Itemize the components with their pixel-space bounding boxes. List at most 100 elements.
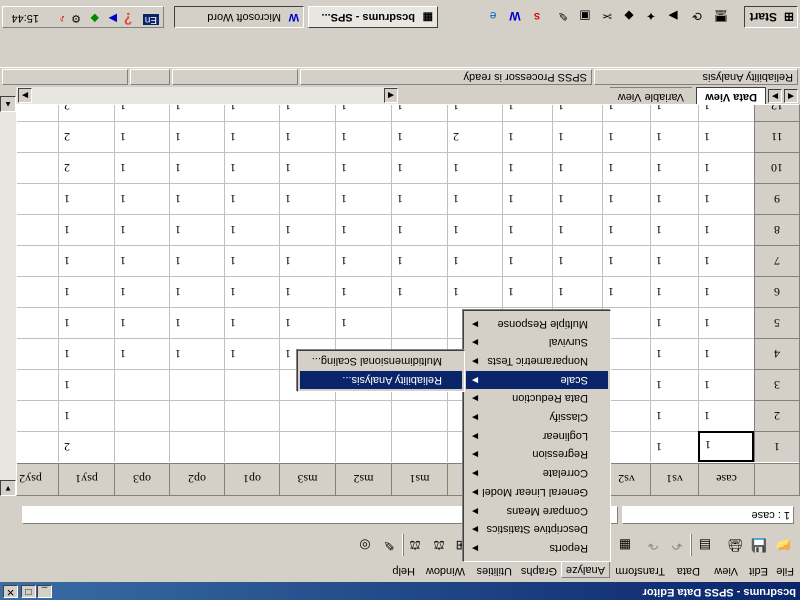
selected-cell[interactable]: 1 — [698, 431, 754, 462]
data-cell[interactable]: 1 — [650, 276, 698, 307]
data-cell[interactable]: 1 — [391, 121, 447, 152]
data-cell[interactable]: 1 — [602, 121, 650, 152]
menu-edit[interactable]: Edit — [745, 562, 772, 578]
data-cell[interactable]: 1 — [335, 276, 391, 307]
data-cell[interactable] — [279, 400, 335, 431]
scroll-left-button[interactable]: ◀ — [384, 88, 398, 103]
tray-media-icon[interactable]: ▶ — [109, 12, 117, 25]
data-cell[interactable]: 1 — [58, 245, 114, 276]
menu-view[interactable]: View — [710, 562, 742, 578]
data-cell[interactable]: 1 — [335, 104, 391, 121]
data-cell[interactable]: 1 — [16, 276, 58, 307]
data-cell[interactable]: 1 — [698, 307, 754, 338]
data-cell[interactable]: 1 — [650, 152, 698, 183]
language-indicator[interactable]: En — [142, 14, 159, 25]
analyze-menu-item[interactable]: Classify ▶ — [466, 408, 608, 426]
data-cell[interactable]: 1 — [169, 104, 224, 121]
data-cell[interactable]: 1 — [698, 121, 754, 152]
data-cell[interactable]: 1 — [114, 307, 169, 338]
data-cell[interactable]: 1 — [335, 183, 391, 214]
quicklaunch-spss-icon[interactable]: S — [528, 7, 546, 25]
data-cell[interactable]: 1 — [16, 338, 58, 369]
menu-window[interactable]: Window — [422, 562, 469, 578]
row-header[interactable]: 4 — [754, 338, 799, 369]
vertical-scrollbar[interactable]: ▲ ▼ — [0, 96, 16, 496]
data-cell[interactable]: 1 — [391, 276, 447, 307]
data-cell[interactable]: 1 — [335, 121, 391, 152]
data-cell[interactable]: 1 — [169, 307, 224, 338]
data-cell[interactable]: 1 — [58, 307, 114, 338]
data-cell[interactable] — [224, 369, 279, 400]
data-cell[interactable]: 1 — [602, 276, 650, 307]
data-cell[interactable]: 2 — [447, 121, 502, 152]
minimize-button[interactable]: _ — [37, 585, 52, 598]
tab-scroll-right[interactable]: ▶ — [768, 89, 782, 103]
taskbar-word[interactable]: W Microsoft Word — [174, 6, 304, 28]
data-cell[interactable]: 1 — [114, 214, 169, 245]
data-cell[interactable]: 1 — [552, 121, 602, 152]
quicklaunch-edit-icon[interactable]: ✎ — [554, 7, 572, 25]
menu-analyze[interactable]: Analyze — [560, 560, 610, 578]
row-header[interactable]: 7 — [754, 245, 799, 276]
data-cell[interactable]: 1 — [447, 245, 502, 276]
data-cell[interactable]: 1 — [650, 338, 698, 369]
analyze-menu-item[interactable]: Data Reduction ▶ — [466, 389, 608, 407]
data-cell[interactable]: 1 — [552, 214, 602, 245]
redo-icon[interactable]: ↷ — [642, 535, 664, 555]
row-header[interactable]: 8 — [754, 214, 799, 245]
data-cell[interactable]: 1 — [114, 338, 169, 369]
data-cell[interactable]: 1 — [224, 214, 279, 245]
data-cell[interactable]: 1 — [279, 121, 335, 152]
data-cell[interactable]: 1 — [169, 338, 224, 369]
data-cell[interactable]: 1 — [650, 121, 698, 152]
data-cell[interactable]: 1 — [650, 431, 698, 462]
data-cell[interactable] — [224, 431, 279, 462]
data-cell[interactable]: 1 — [279, 104, 335, 121]
row-header[interactable]: 9 — [754, 183, 799, 214]
data-cell[interactable]: 1 — [224, 245, 279, 276]
tab-variable-view[interactable]: Variable View — [609, 87, 692, 104]
data-cell[interactable]: 1 — [224, 121, 279, 152]
tab-scroll-left[interactable]: ◀ — [784, 89, 798, 103]
data-cell[interactable]: 1 — [58, 276, 114, 307]
data-cell[interactable]: 1 — [58, 183, 114, 214]
data-cell[interactable]: 1 — [552, 276, 602, 307]
data-cell[interactable]: 1 — [16, 307, 58, 338]
data-cell[interactable]: 1 — [552, 183, 602, 214]
data-cell[interactable]: 1 — [16, 431, 58, 462]
row-header[interactable]: 6 — [754, 276, 799, 307]
horizontal-scrollbar[interactable]: ◀ ▶ — [16, 87, 398, 104]
data-cell[interactable] — [335, 431, 391, 462]
data-cell[interactable]: 1 — [447, 152, 502, 183]
data-cell[interactable]: 1 — [169, 121, 224, 152]
data-cell[interactable]: 1 — [279, 152, 335, 183]
data-cell[interactable]: 1 — [447, 183, 502, 214]
quicklaunch-refresh-icon[interactable]: ⟳ — [688, 7, 706, 25]
data-cell[interactable]: 1 — [552, 245, 602, 276]
data-cell[interactable] — [169, 369, 224, 400]
save-icon[interactable]: 💾 — [748, 535, 770, 555]
data-cell[interactable]: 1 — [698, 183, 754, 214]
data-cell[interactable]: 1 — [502, 104, 552, 121]
data-cell[interactable] — [114, 369, 169, 400]
data-cell[interactable] — [391, 307, 447, 338]
analyze-menu-item[interactable]: Regression ▶ — [466, 446, 608, 464]
data-cell[interactable]: 1 — [335, 245, 391, 276]
data-cell[interactable]: 1 — [698, 104, 754, 121]
data-cell[interactable]: 1 — [650, 245, 698, 276]
data-cell[interactable]: 1 — [335, 307, 391, 338]
data-cell[interactable]: 1 — [58, 214, 114, 245]
print-icon[interactable]: 🖨 — [724, 535, 746, 555]
data-cell[interactable]: 1 — [114, 121, 169, 152]
analyze-menu-item[interactable]: Multiple Response ▶ — [466, 315, 608, 333]
analyze-menu-item[interactable]: General Linear Model ▶ — [466, 483, 608, 501]
data-cell[interactable]: 1 — [58, 369, 114, 400]
analyze-menu-item[interactable]: Reports ▶ — [466, 539, 608, 557]
quicklaunch-media-icon[interactable]: ▶ — [664, 7, 682, 25]
data-cell[interactable]: 1 — [16, 183, 58, 214]
row-header[interactable]: 10 — [754, 152, 799, 183]
data-cell[interactable]: 1 — [650, 307, 698, 338]
data-cell[interactable]: 1 — [391, 104, 447, 121]
data-cell[interactable]: 2 — [58, 121, 114, 152]
data-cell[interactable]: 1 — [279, 183, 335, 214]
